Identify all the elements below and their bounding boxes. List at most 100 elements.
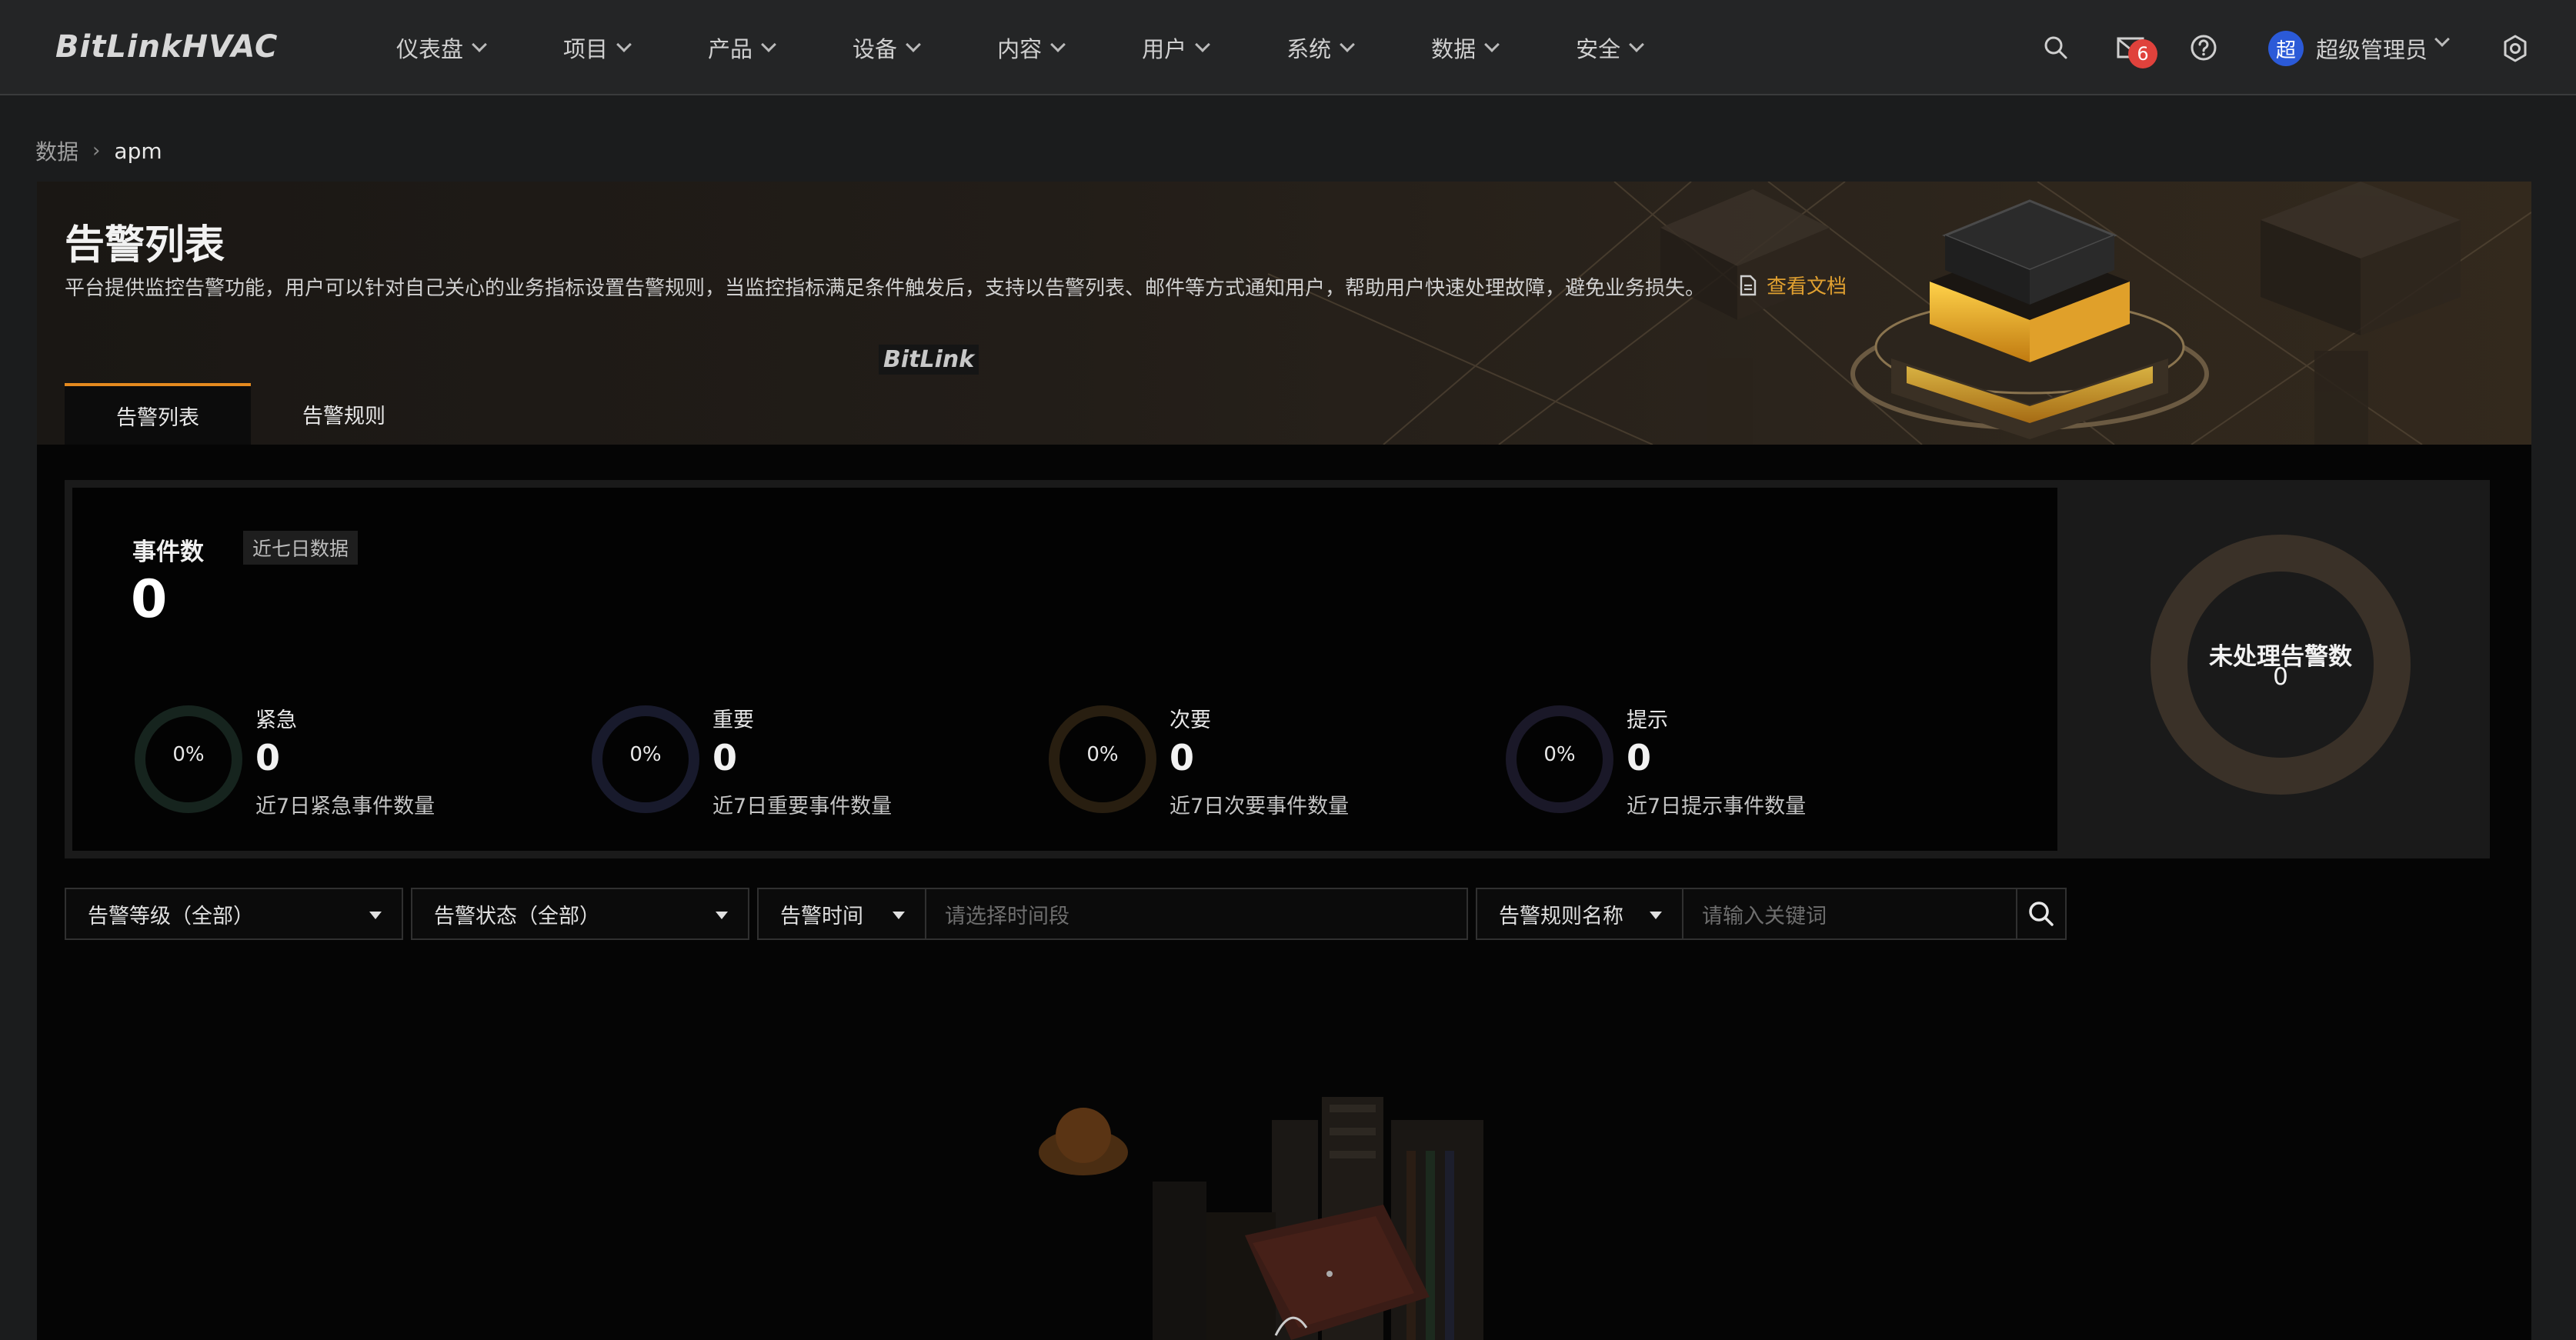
minor-label: 次要 xyxy=(1170,708,1211,732)
chevron-down-icon[interactable] xyxy=(2434,32,2450,47)
critical-label: 紧急 xyxy=(255,708,297,732)
settings-icon[interactable] xyxy=(2501,34,2530,66)
alert-status-select[interactable]: 告警状态（全部） xyxy=(411,888,749,940)
menu-label: 仪表盘 xyxy=(396,36,464,62)
info-label: 提示 xyxy=(1627,708,1668,732)
unhandled-alerts-donut: 未处理告警数 0 xyxy=(2150,534,2411,795)
caret-down-icon xyxy=(893,912,905,919)
keyword-placeholder: 请输入关键词 xyxy=(1702,904,1827,928)
event-count-title: 事件数 xyxy=(132,538,204,566)
search-button[interactable] xyxy=(2016,888,2067,940)
alert-time-label: 告警时间 xyxy=(780,904,863,928)
event-stats-card: 事件数 近七日数据 0 0% 紧急 0 近7日紧急事件数量 0% 重要 0 近7… xyxy=(65,480,2490,858)
chevron-down-icon xyxy=(1340,37,1356,52)
menu-item-product[interactable]: 产品 xyxy=(708,0,776,95)
tab-label: 告警规则 xyxy=(302,404,385,428)
critical-percent: 0% xyxy=(172,743,205,766)
severity-info: 0% 提示 0 近7日提示事件数量 xyxy=(1503,703,1934,826)
menu-label: 系统 xyxy=(1286,36,1332,62)
search-icon xyxy=(2029,902,2054,926)
menu-item-device[interactable]: 设备 xyxy=(853,0,921,95)
top-navbar: BitLinkHVAC 仪表盘 项目 产品 设备 内容 用户 系统 数据 安全 … xyxy=(0,0,2576,95)
avatar[interactable]: 超 xyxy=(2268,31,2304,66)
menu-item-system[interactable]: 系统 xyxy=(1286,0,1356,95)
alert-status-value: 告警状态（全部） xyxy=(434,904,600,928)
main-panel: 告警列表 平台提供监控告警功能，用户可以针对自己关心的业务指标设置告警规则，当监… xyxy=(37,182,2531,1340)
breadcrumb: 数据 › apm xyxy=(35,135,162,166)
app-logo[interactable]: BitLinkHVAC xyxy=(55,29,278,65)
username[interactable]: 超级管理员 xyxy=(2316,32,2428,65)
caret-down-icon xyxy=(369,912,382,919)
alert-level-select[interactable]: 告警等级（全部） xyxy=(65,888,403,940)
critical-desc: 近7日紧急事件数量 xyxy=(255,795,435,818)
chevron-down-icon xyxy=(1629,37,1645,52)
critical-count: 0 xyxy=(255,737,281,778)
chevron-down-icon xyxy=(761,37,776,52)
menu-label: 安全 xyxy=(1576,36,1621,62)
severity-critical: 0% 紧急 0 近7日紧急事件数量 xyxy=(132,703,563,826)
chevron-down-icon xyxy=(616,37,632,52)
empty-state-illustration xyxy=(1039,1097,1483,1340)
chevron-right-icon: › xyxy=(92,139,101,162)
breadcrumb-item-data[interactable]: 数据 xyxy=(35,135,78,166)
main-menu: 仪表盘 项目 产品 设备 内容 用户 系统 数据 安全 xyxy=(396,0,1720,95)
period-tag: 近七日数据 xyxy=(243,531,359,565)
keyword-input[interactable]: 请输入关键词 xyxy=(1682,888,2017,940)
major-label: 重要 xyxy=(712,708,754,732)
alert-rule-field-select[interactable]: 告警规则名称 xyxy=(1476,888,1683,940)
view-docs-link[interactable]: 查看文档 xyxy=(1739,271,1847,299)
minor-percent: 0% xyxy=(1086,743,1119,766)
tab-alert-rules[interactable]: 告警规则 xyxy=(251,383,437,445)
severity-major: 0% 重要 0 近7日重要事件数量 xyxy=(589,703,1020,826)
menu-label: 内容 xyxy=(997,36,1043,62)
search-icon[interactable] xyxy=(2042,34,2070,65)
alert-time-type-select[interactable]: 告警时间 xyxy=(757,888,926,940)
breadcrumb-item-current: apm xyxy=(114,138,162,164)
event-total: 0 xyxy=(131,569,168,630)
time-range-placeholder: 请选择时间段 xyxy=(945,904,1069,928)
major-count: 0 xyxy=(712,737,738,778)
menu-label: 项目 xyxy=(563,36,609,62)
menu-item-dashboard[interactable]: 仪表盘 xyxy=(396,0,487,95)
chevron-down-icon xyxy=(472,37,487,52)
chevron-down-icon xyxy=(1195,37,1210,52)
minor-desc: 近7日次要事件数量 xyxy=(1170,795,1350,818)
event-stats-summary: 事件数 近七日数据 0 0% 紧急 0 近7日紧急事件数量 0% 重要 0 近7… xyxy=(72,488,2057,851)
document-icon xyxy=(1740,275,1757,295)
menu-item-project[interactable]: 项目 xyxy=(563,0,632,95)
brand-watermark: BitLink xyxy=(879,345,979,375)
info-count: 0 xyxy=(1627,737,1652,778)
severity-minor: 0% 次要 0 近7日次要事件数量 xyxy=(1046,703,1477,826)
page-banner: 告警列表 平台提供监控告警功能，用户可以针对自己关心的业务指标设置告警规则，当监… xyxy=(37,182,2531,445)
menu-item-security[interactable]: 安全 xyxy=(1576,0,1645,95)
message-count-badge: 6 xyxy=(2128,39,2157,68)
menu-item-content[interactable]: 内容 xyxy=(997,0,1066,95)
tab-bar: 告警列表 告警规则 xyxy=(65,383,437,445)
menu-item-user[interactable]: 用户 xyxy=(1142,0,1210,95)
alert-rule-label: 告警规则名称 xyxy=(1499,904,1623,928)
time-range-input[interactable]: 请选择时间段 xyxy=(925,888,1468,940)
unhandled-value: 0 xyxy=(2273,663,2288,691)
tab-alert-list[interactable]: 告警列表 xyxy=(65,383,251,445)
menu-item-data[interactable]: 数据 xyxy=(1431,0,1500,95)
major-desc: 近7日重要事件数量 xyxy=(712,795,893,818)
info-desc: 近7日提示事件数量 xyxy=(1627,795,1807,818)
menu-label: 设备 xyxy=(853,36,898,62)
menu-label: 产品 xyxy=(708,36,753,62)
minor-count: 0 xyxy=(1170,737,1195,778)
alert-level-value: 告警等级（全部） xyxy=(88,904,254,928)
menu-label: 用户 xyxy=(1142,36,1187,62)
tab-label: 告警列表 xyxy=(116,405,199,430)
help-icon[interactable] xyxy=(2190,34,2217,65)
info-percent: 0% xyxy=(1543,743,1576,766)
page-title: 告警列表 xyxy=(65,222,225,268)
caret-down-icon xyxy=(1650,912,1662,919)
caret-down-icon xyxy=(716,912,728,919)
page-description: 平台提供监控告警功能，用户可以针对自己关心的业务指标设置告警规则，当监控指标满足… xyxy=(65,277,1706,300)
major-percent: 0% xyxy=(629,743,662,766)
chevron-down-icon xyxy=(906,37,921,52)
chevron-down-icon xyxy=(1050,37,1066,52)
view-docs-label: 查看文档 xyxy=(1767,275,1847,298)
menu-label: 数据 xyxy=(1431,36,1477,62)
chevron-down-icon xyxy=(1484,37,1500,52)
